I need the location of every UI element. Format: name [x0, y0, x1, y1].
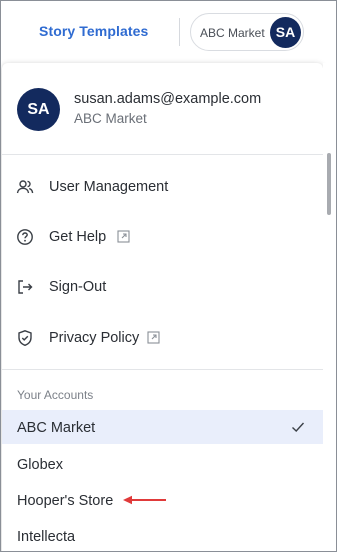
account-item-abc-market[interactable]: ABC Market	[2, 410, 323, 444]
header-divider	[179, 18, 180, 46]
menu-item-sign-out[interactable]: Sign-Out	[2, 267, 323, 307]
account-dropdown-menu: SA susan.adams@example.com ABC Market Us…	[2, 63, 323, 552]
accounts-section-title: Your Accounts	[17, 388, 94, 402]
external-link-icon	[117, 230, 130, 243]
scrollbar-thumb[interactable]	[327, 153, 331, 215]
user-profile-block: SA susan.adams@example.com ABC Market	[2, 63, 323, 155]
account-item-hoopers-store[interactable]: Hooper's Store	[2, 483, 323, 517]
external-link-icon	[147, 331, 160, 344]
account-item-label: Hooper's Store	[17, 493, 114, 509]
account-item-label: Globex	[17, 457, 63, 473]
scrollbar[interactable]	[323, 63, 335, 552]
user-organization: ABC Market	[74, 111, 147, 126]
account-item-globex[interactable]: Globex	[2, 447, 323, 481]
help-circle-icon	[17, 229, 33, 245]
user-email: susan.adams@example.com	[74, 91, 262, 107]
divider	[2, 369, 323, 370]
annotation-arrow-icon	[123, 495, 166, 505]
avatar: SA	[270, 17, 301, 48]
menu-item-user-management[interactable]: User Management	[2, 167, 323, 207]
shield-check-icon	[18, 330, 32, 347]
top-bar: Story Templates ABC Market SA	[0, 0, 337, 62]
menu-item-label: Privacy Policy	[49, 330, 140, 346]
user-avatar: SA	[17, 88, 60, 131]
checkmark-icon	[292, 422, 305, 432]
menu-item-label: User Management	[49, 179, 169, 195]
account-item-intellecta[interactable]: Intellecta	[2, 519, 323, 552]
divider	[2, 154, 323, 155]
menu-item-get-help[interactable]: Get Help	[2, 217, 323, 257]
menu-item-label: Sign-Out	[49, 279, 107, 295]
account-switcher-button[interactable]: ABC Market SA	[190, 13, 304, 51]
users-icon	[16, 180, 34, 194]
account-item-label: ABC Market	[17, 420, 96, 436]
tab-story-templates[interactable]: Story Templates	[39, 23, 148, 39]
account-item-label: Intellecta	[17, 529, 76, 545]
menu-item-label: Get Help	[49, 229, 107, 245]
account-pill-label: ABC Market	[200, 26, 265, 40]
sign-out-icon	[18, 280, 33, 294]
menu-item-privacy-policy[interactable]: Privacy Policy	[2, 318, 323, 358]
